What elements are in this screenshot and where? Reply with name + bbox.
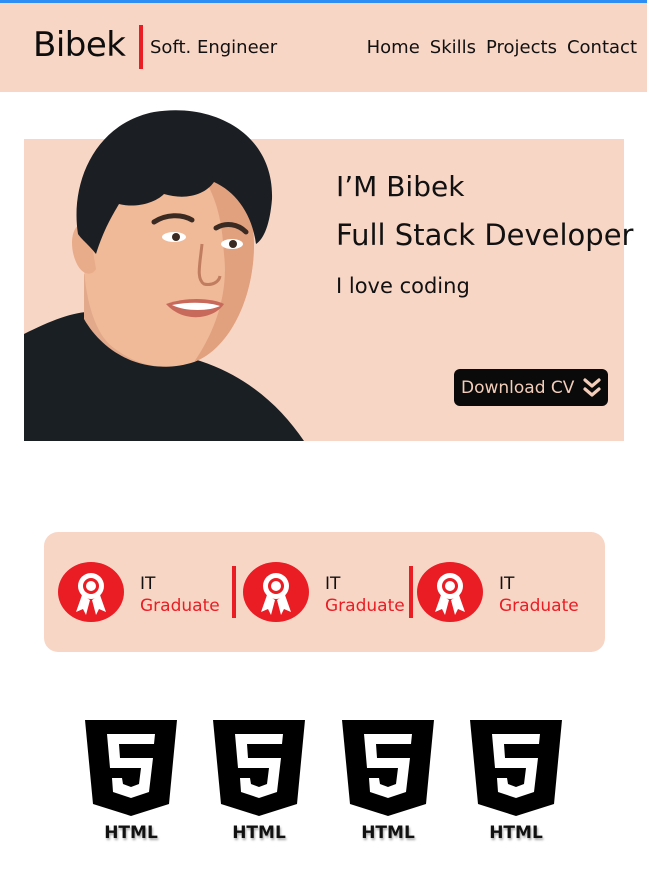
- skill-item: [213, 720, 305, 816]
- badge-subtitle: Graduate: [140, 596, 220, 616]
- skill-label: HTML: [361, 823, 415, 843]
- badge-divider: [232, 566, 236, 618]
- badge-subtitle: Graduate: [499, 596, 579, 616]
- award-ribbon-icon: [58, 562, 124, 622]
- skill-label: HTML: [489, 823, 543, 843]
- skill-label: HTML: [232, 823, 286, 843]
- navbar: Bibek Soft. Engineer Home Skills Project…: [0, 3, 647, 92]
- html5-icon: [470, 720, 562, 816]
- html5-icon: [342, 720, 434, 816]
- badge-title: IT: [140, 574, 156, 594]
- brand-divider: [139, 25, 143, 69]
- nav-skills[interactable]: Skills: [430, 37, 476, 58]
- brand-name[interactable]: Bibek: [33, 25, 126, 65]
- award-ribbon-icon: [417, 562, 483, 622]
- hero-greeting: I’M Bibek: [336, 170, 465, 203]
- award-ribbon-icon: [243, 562, 309, 622]
- nav-contact[interactable]: Contact: [567, 37, 637, 58]
- main-nav: Home Skills Projects Contact: [367, 37, 637, 58]
- nav-home[interactable]: Home: [367, 37, 420, 58]
- brand-subtitle: Soft. Engineer: [150, 37, 278, 58]
- nav-projects[interactable]: Projects: [486, 37, 557, 58]
- html5-icon: [85, 720, 177, 816]
- download-cv-label: Download CV: [461, 377, 575, 398]
- download-cv-button[interactable]: Download CV: [454, 369, 608, 406]
- portrait-illustration: [24, 104, 304, 441]
- double-chevron-down-icon: [583, 378, 601, 397]
- skill-item: [85, 720, 177, 816]
- hero-tagline: I love coding: [336, 274, 470, 298]
- badge-title: IT: [499, 574, 515, 594]
- badge-subtitle: Graduate: [325, 596, 405, 616]
- skill-label: HTML: [104, 823, 158, 843]
- skill-item: [342, 720, 434, 816]
- skill-item: [470, 720, 562, 816]
- badge-title: IT: [325, 574, 341, 594]
- badge-divider: [409, 566, 413, 618]
- hero-role: Full Stack Developer: [336, 218, 634, 252]
- html5-icon: [213, 720, 305, 816]
